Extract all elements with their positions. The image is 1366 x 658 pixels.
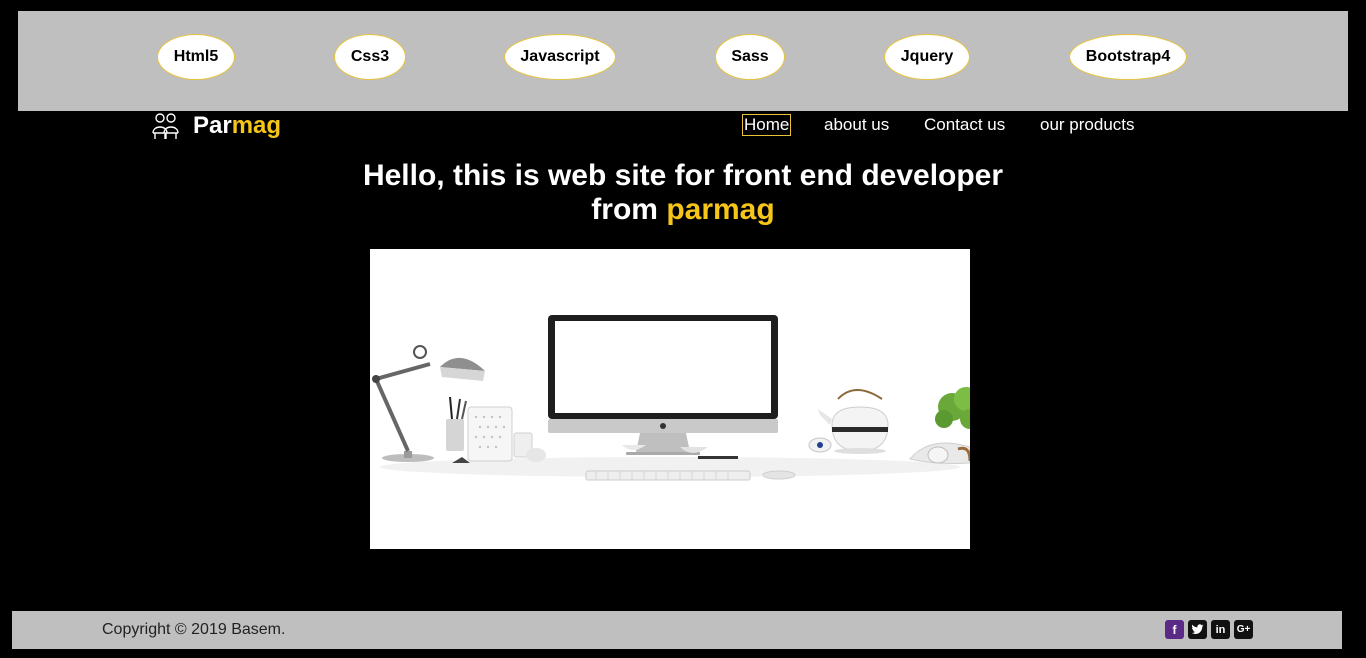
hero-line-1: Hello, this is web site for front end de…: [362, 159, 1004, 192]
brand-logo[interactable]: Parmag: [193, 111, 281, 141]
tech-pill-jquery[interactable]: Jquery: [884, 34, 970, 80]
hero-image: [370, 249, 970, 549]
nav-our-products[interactable]: our products: [1040, 115, 1135, 135]
brand-part-2: mag: [231, 112, 282, 139]
tech-bar: Html5 Css3 Javascript Sass Jquery Bootst…: [18, 11, 1348, 111]
nav-home[interactable]: Home: [742, 114, 792, 136]
tech-pill-css3[interactable]: Css3: [334, 34, 406, 80]
tech-pill-bootstrap4[interactable]: Bootstrap4: [1069, 34, 1187, 80]
desk-setup-illustration: [370, 249, 970, 549]
nav-contact-us[interactable]: Contact us: [924, 115, 1005, 135]
twitter-icon[interactable]: [1188, 620, 1207, 639]
copyright-text: Copyright © 2019 Basem.: [102, 621, 286, 638]
hero-line-2-prefix: from: [591, 193, 658, 226]
tech-pill-javascript[interactable]: Javascript: [504, 34, 616, 80]
tech-pill-html5[interactable]: Html5: [157, 34, 235, 80]
linkedin-icon[interactable]: in: [1211, 620, 1230, 639]
brand-part-1: Par: [193, 112, 232, 139]
facebook-icon[interactable]: f: [1165, 620, 1184, 639]
page: Html5 Css3 Javascript Sass Jquery Bootst…: [0, 0, 1366, 658]
people-logo-icon: [152, 113, 179, 139]
google-plus-icon[interactable]: G+: [1234, 620, 1253, 639]
tech-pill-sass[interactable]: Sass: [715, 34, 785, 80]
hero-heading: Hello, this is web site for front end de…: [300, 159, 1066, 227]
footer: Copyright © 2019 Basem. f in G+: [12, 611, 1342, 649]
twitter-bird-glyph: [1191, 624, 1204, 634]
hero-line-2: from parmag: [300, 193, 1066, 227]
hero-highlight: parmag: [666, 193, 775, 226]
nav-about-us[interactable]: about us: [824, 115, 889, 135]
